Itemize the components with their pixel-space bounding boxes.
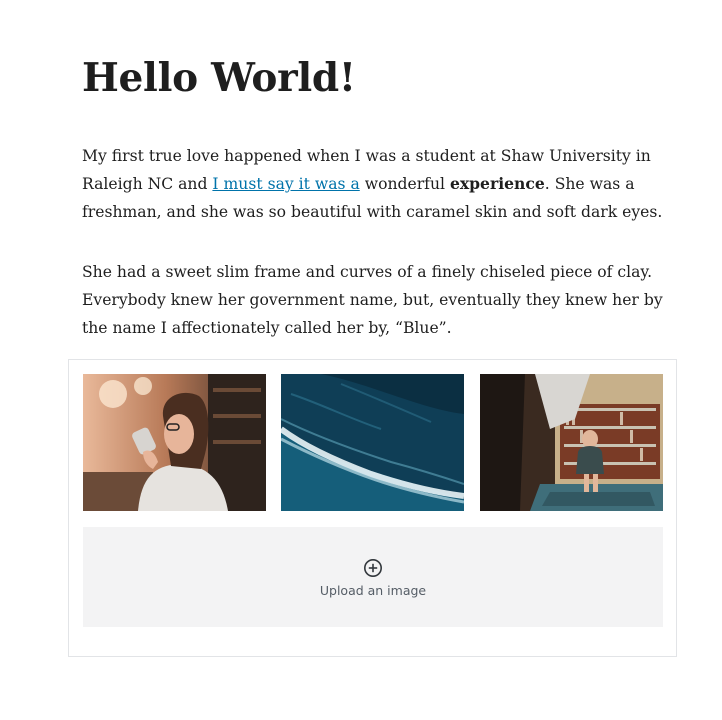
- library-person-photo: [480, 374, 663, 511]
- gallery-block[interactable]: Upload an image: [68, 359, 677, 657]
- upload-label: Upload an image: [319, 583, 427, 598]
- woman-coffee-photo: [83, 374, 266, 511]
- upload-image-button[interactable]: Upload an image: [83, 527, 663, 627]
- post-title[interactable]: Hello World!: [82, 52, 356, 104]
- ocean-waves-photo: [281, 374, 464, 511]
- gallery-image-library[interactable]: [480, 374, 663, 511]
- paragraph-1-text-b: wonderful: [359, 175, 450, 193]
- inline-link[interactable]: I must say it was a: [212, 175, 359, 193]
- gallery-image-woman-coffee[interactable]: [83, 374, 266, 511]
- plus-circle-icon: [364, 559, 382, 577]
- bold-text: experience: [449, 174, 545, 193]
- paragraph-1[interactable]: My first true love happened when I was a…: [82, 142, 667, 226]
- paragraph-2[interactable]: She had a sweet slim frame and curves of…: [82, 258, 667, 342]
- gallery-image-ocean[interactable]: [281, 374, 464, 511]
